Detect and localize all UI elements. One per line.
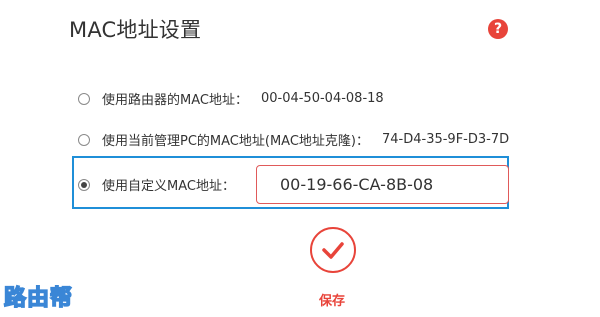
save-button[interactable] (310, 227, 356, 273)
radio-pc-mac-clone[interactable] (78, 133, 90, 146)
radio-custom-mac[interactable] (78, 178, 90, 191)
option-custom-mac-label: 使用自定义MAC地址： (102, 179, 235, 194)
router-mac-value: 00-04-50-04-08-18 (260, 91, 384, 106)
option-custom-mac[interactable]: 使用自定义MAC地址： (78, 175, 235, 194)
pc-mac-value: 74-D4-35-9F-D3-7D (381, 132, 510, 147)
check-icon (322, 242, 344, 259)
option-pc-mac-clone[interactable]: 使用当前管理PC的MAC地址(MAC地址克隆)： 74-D4-35-9F-D3-… (78, 130, 509, 149)
radio-router-mac[interactable] (78, 92, 90, 105)
option-router-mac-label: 使用路由器的MAC地址： (102, 93, 248, 108)
option-router-mac[interactable]: 使用路由器的MAC地址： 00-04-50-04-08-18 (78, 89, 384, 108)
option-pc-mac-clone-label: 使用当前管理PC的MAC地址(MAC地址克隆)： (102, 134, 369, 149)
save-label[interactable]: 保存 (319, 290, 345, 309)
custom-mac-input[interactable]: 00-19-66-CA-8B-08 (256, 165, 509, 204)
page-title: MAC地址设置 (69, 18, 202, 42)
watermark-logo: 路由帮 (3, 285, 74, 312)
help-icon[interactable]: ? (488, 19, 508, 39)
